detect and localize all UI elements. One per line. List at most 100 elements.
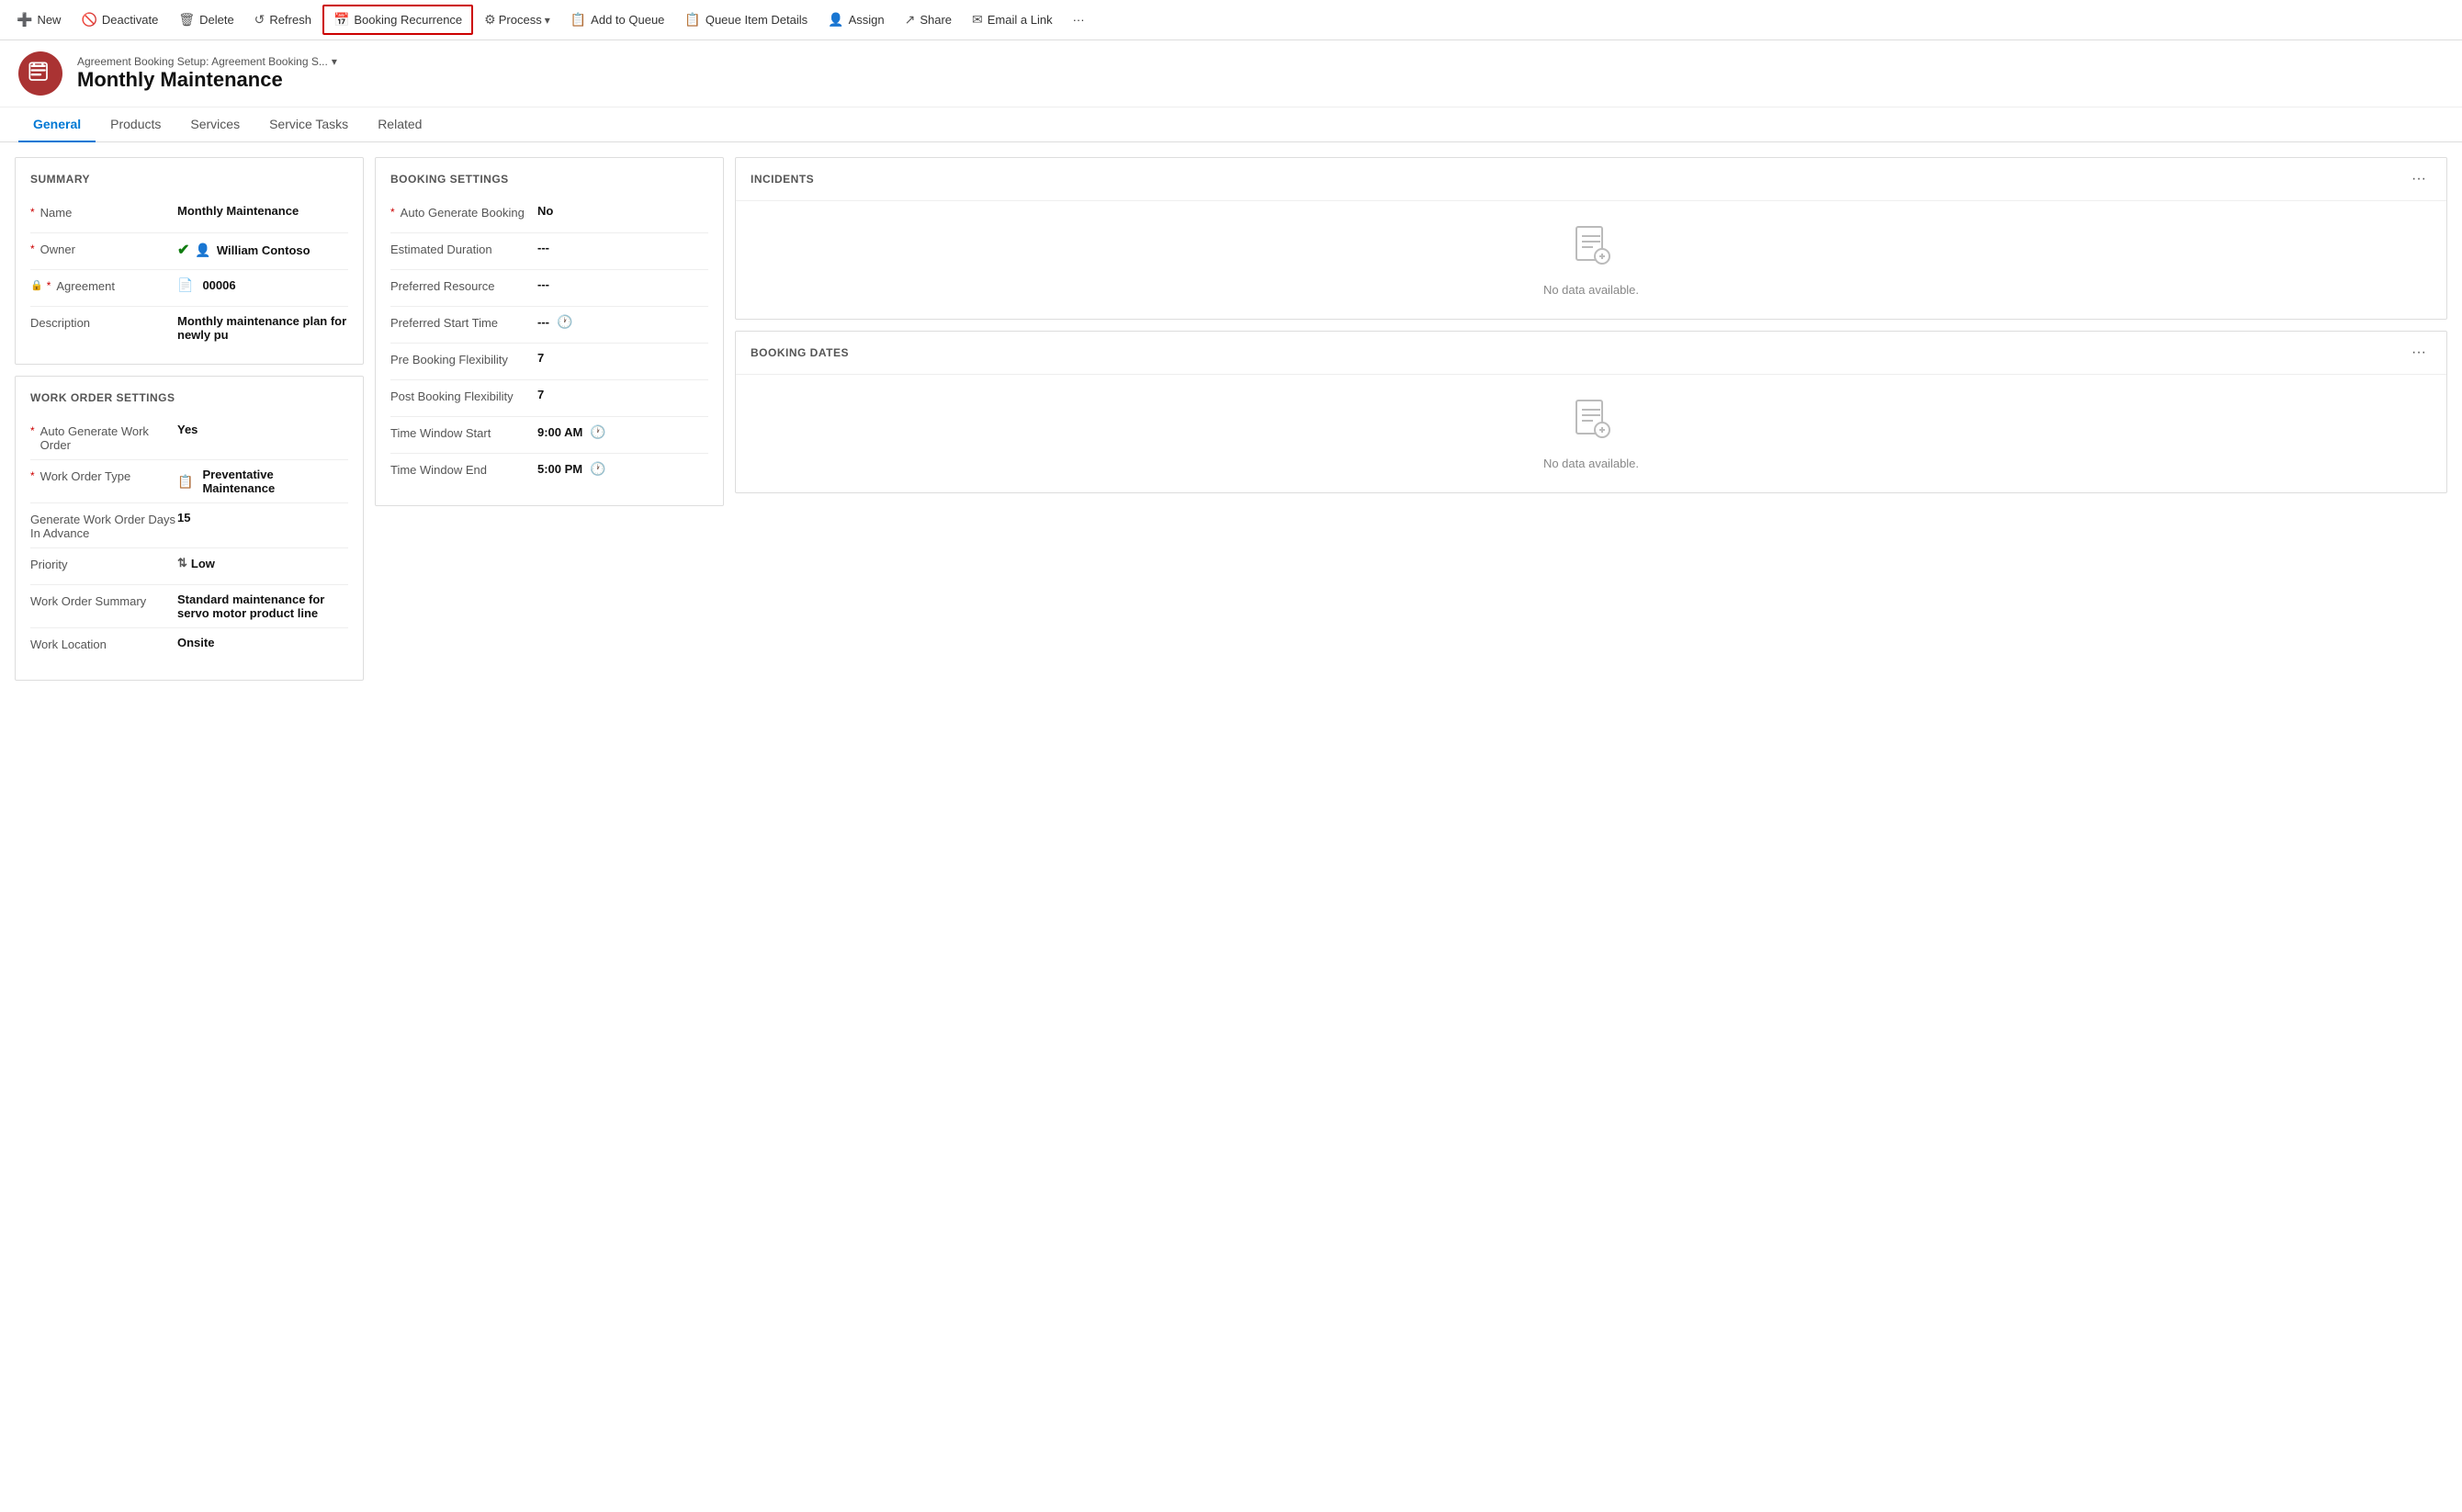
- auto-gen-booking-row: * Auto Generate Booking No: [390, 197, 708, 233]
- incidents-section: INCIDENTS ··· No data available.: [735, 157, 2447, 320]
- auto-gen-booking-required: *: [390, 206, 395, 219]
- tab-general[interactable]: General: [18, 107, 96, 142]
- email-a-link-button[interactable]: ✉ Email a Link: [963, 6, 1062, 33]
- process-dropdown-icon: ▾: [545, 14, 550, 27]
- preferred-start-time-row: Preferred Start Time --- 🕐: [390, 307, 708, 344]
- work-order-summary-label: Work Order Summary: [30, 592, 177, 608]
- time-window-start-label: Time Window Start: [390, 424, 537, 440]
- summary-agreement-row: 🔒 * Agreement 📄 00006: [30, 270, 348, 307]
- add-to-queue-button[interactable]: 📋 Add to Queue: [561, 6, 674, 33]
- work-order-type-link[interactable]: Preventative Maintenance: [202, 468, 348, 495]
- priority-row: Priority ⇅ Low: [30, 548, 348, 585]
- gen-wo-days-advance-row: Generate Work Order Days In Advance 15: [30, 503, 348, 548]
- breadcrumb[interactable]: Agreement Booking Setup: Agreement Booki…: [77, 55, 337, 68]
- new-icon: ➕: [17, 12, 32, 28]
- refresh-icon: ↺: [254, 12, 265, 28]
- owner-required-star: *: [30, 243, 35, 255]
- time-window-start-row: Time Window Start 9:00 AM 🕐: [390, 417, 708, 454]
- time-window-start-clock-icon[interactable]: 🕐: [590, 424, 605, 440]
- summary-description-value[interactable]: Monthly maintenance plan for newly pu: [177, 314, 348, 342]
- left-column: SUMMARY * Name Monthly Maintenance * Own…: [15, 157, 364, 681]
- work-order-type-row: * Work Order Type 📋 Preventative Mainten…: [30, 460, 348, 503]
- tab-services[interactable]: Services: [175, 107, 254, 142]
- summary-name-row: * Name Monthly Maintenance: [30, 197, 348, 233]
- record-icon: [18, 51, 62, 96]
- summary-owner-label: * Owner: [30, 241, 177, 256]
- refresh-button[interactable]: ↺ Refresh: [245, 6, 321, 33]
- breadcrumb-dropdown-icon: ▾: [332, 55, 337, 68]
- summary-name-label: * Name: [30, 204, 177, 220]
- incidents-header: INCIDENTS ···: [736, 158, 2446, 201]
- main-content: SUMMARY * Name Monthly Maintenance * Own…: [0, 142, 2462, 695]
- pre-booking-flexibility-value: 7: [537, 351, 708, 365]
- time-window-start-value: 9:00 AM 🕐: [537, 424, 708, 440]
- work-order-summary-row: Work Order Summary Standard maintenance …: [30, 585, 348, 628]
- work-location-row: Work Location Onsite: [30, 628, 348, 665]
- preferred-start-time-clock-icon[interactable]: 🕐: [557, 314, 572, 330]
- time-window-end-row: Time Window End 5:00 PM 🕐: [390, 454, 708, 491]
- estimated-duration-row: Estimated Duration ---: [390, 233, 708, 270]
- owner-link[interactable]: William Contoso: [217, 243, 311, 257]
- booking-dates-empty-icon: [1569, 397, 1613, 449]
- post-booking-flexibility-value: 7: [537, 388, 708, 401]
- incidents-empty-icon: [1569, 223, 1613, 276]
- lock-icon: 🔒: [30, 279, 43, 291]
- delete-button[interactable]: 🗑 Delete: [169, 6, 243, 33]
- incidents-more-button[interactable]: ···: [2406, 169, 2432, 189]
- estimated-duration-value: ---: [537, 241, 708, 254]
- email-icon: ✉: [972, 12, 983, 28]
- preferred-start-time-value: --- 🕐: [537, 314, 708, 330]
- auto-gen-required-star: *: [30, 424, 35, 437]
- process-button[interactable]: ⚙ Process ▾: [475, 6, 559, 33]
- share-button[interactable]: ↗ Share: [896, 6, 961, 33]
- booking-settings-title: BOOKING SETTINGS: [390, 173, 708, 186]
- deactivate-button[interactable]: 🚫 Deactivate: [72, 6, 167, 33]
- new-button[interactable]: ➕ New: [7, 6, 70, 33]
- incidents-title: INCIDENTS: [751, 173, 814, 186]
- summary-description-label: Description: [30, 314, 177, 330]
- work-order-summary-value: Standard maintenance for servo motor pro…: [177, 592, 348, 620]
- summary-panel: SUMMARY * Name Monthly Maintenance * Own…: [15, 157, 364, 365]
- work-location-value: Onsite: [177, 636, 348, 649]
- tab-related[interactable]: Related: [363, 107, 436, 142]
- summary-agreement-value: 📄 00006: [177, 277, 348, 293]
- preferred-resource-value: ---: [537, 277, 708, 291]
- time-window-end-clock-icon[interactable]: 🕐: [590, 461, 605, 477]
- process-icon: ⚙: [484, 12, 496, 28]
- delete-icon: 🗑: [178, 12, 195, 28]
- priority-link[interactable]: Low: [191, 557, 215, 570]
- auto-gen-work-order-label: * Auto Generate Work Order: [30, 423, 177, 452]
- booking-dates-section: BOOKING DATES ··· No data available.: [735, 331, 2447, 493]
- preferred-resource-row: Preferred Resource ---: [390, 270, 708, 307]
- booking-recurrence-button[interactable]: 📅 Booking Recurrence: [322, 5, 473, 35]
- work-location-label: Work Location: [30, 636, 177, 651]
- auto-gen-work-order-value: Yes: [177, 423, 348, 436]
- name-required-star: *: [30, 206, 35, 219]
- agreement-link[interactable]: 00006: [202, 278, 235, 292]
- tab-products[interactable]: Products: [96, 107, 175, 142]
- preferred-start-time-label: Preferred Start Time: [390, 314, 537, 330]
- booking-dates-more-button[interactable]: ···: [2406, 343, 2432, 363]
- time-window-end-label: Time Window End: [390, 461, 537, 477]
- owner-person-icon: 👤: [195, 243, 210, 258]
- booking-recurrence-icon: 📅: [333, 12, 349, 28]
- tab-service-tasks[interactable]: Service Tasks: [254, 107, 363, 142]
- more-options-button[interactable]: ···: [1064, 7, 1094, 32]
- toolbar: ➕ New 🚫 Deactivate 🗑 Delete ↺ Refresh 📅 …: [0, 0, 2462, 40]
- right-column: INCIDENTS ··· No data available.: [735, 157, 2447, 504]
- summary-title: SUMMARY: [30, 173, 348, 186]
- assign-button[interactable]: 👤 Assign: [819, 6, 893, 33]
- priority-sort-icon: ⇅: [177, 556, 187, 570]
- queue-item-details-button[interactable]: 📋 Queue Item Details: [675, 6, 817, 33]
- page-title: Monthly Maintenance: [77, 68, 337, 92]
- work-order-type-label: * Work Order Type: [30, 468, 177, 483]
- summary-description-row: Description Monthly maintenance plan for…: [30, 307, 348, 349]
- priority-value: ⇅ Low: [177, 556, 348, 570]
- gen-wo-days-advance-label: Generate Work Order Days In Advance: [30, 511, 177, 540]
- pre-booking-flexibility-row: Pre Booking Flexibility 7: [390, 344, 708, 380]
- summary-agreement-label: 🔒 * Agreement: [30, 277, 177, 293]
- deactivate-icon: 🚫: [81, 12, 96, 28]
- booking-dates-no-data-area: No data available.: [736, 375, 2446, 492]
- work-order-type-required: *: [30, 469, 35, 482]
- summary-owner-value: ✔ 👤 William Contoso: [177, 241, 348, 259]
